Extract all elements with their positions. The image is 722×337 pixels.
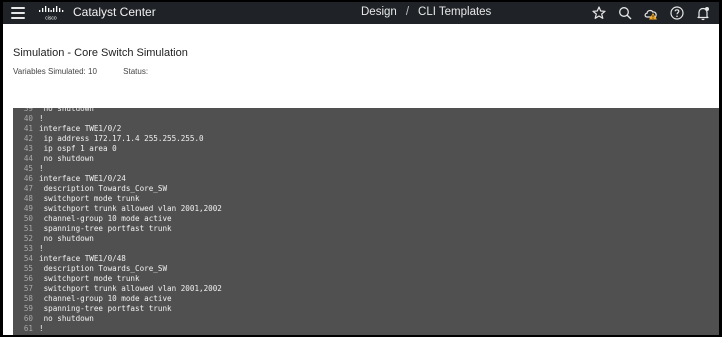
code-line: 52 no shutdown bbox=[13, 234, 222, 244]
code-line: 53! bbox=[13, 244, 222, 254]
line-number: 60 bbox=[23, 314, 33, 323]
line-text: no shutdown bbox=[39, 234, 94, 243]
line-text: description Towards_Core_SW bbox=[39, 184, 168, 193]
variables-simulated-label: Variables Simulated: bbox=[13, 67, 86, 76]
cli-output-panel[interactable]: 39 no shutdown 40! 41 interface TWE1/0/2 42 … bbox=[13, 108, 719, 335]
help-icon[interactable] bbox=[669, 5, 685, 21]
line-number: 61 bbox=[23, 324, 33, 333]
line-text: interface TWE1/0/24 bbox=[39, 174, 126, 183]
line-number: 59 bbox=[23, 304, 33, 313]
line-number: 58 bbox=[23, 294, 33, 303]
line-number: 53 bbox=[23, 244, 33, 253]
code-line: 46 interface TWE1/0/24 bbox=[13, 174, 222, 184]
line-text: channel-group 10 mode active bbox=[39, 294, 172, 303]
line-number: 57 bbox=[23, 284, 33, 293]
line-text: ! bbox=[39, 324, 44, 333]
code-line: 51 spanning-tree portfast trunk bbox=[13, 224, 222, 234]
line-text: ! bbox=[39, 164, 44, 173]
line-number: 51 bbox=[23, 224, 33, 233]
breadcrumb-design[interactable]: Design bbox=[361, 6, 397, 18]
line-number: 46 bbox=[23, 174, 33, 183]
code-line: 59 spanning-tree portfast trunk bbox=[13, 304, 222, 314]
line-number: 49 bbox=[23, 204, 33, 213]
header-actions bbox=[591, 5, 711, 21]
line-text: no shutdown bbox=[39, 154, 94, 163]
line-text: no shutdown bbox=[39, 314, 94, 323]
search-icon[interactable] bbox=[617, 5, 633, 21]
code-line: 48 switchport mode trunk bbox=[13, 194, 222, 204]
line-number: 48 bbox=[23, 194, 33, 203]
code-line: 57 switchport trunk allowed vlan 2001,20… bbox=[13, 284, 222, 294]
line-text: switchport trunk allowed vlan 2001,2002 bbox=[39, 284, 222, 293]
code-line: 40! bbox=[13, 114, 222, 124]
line-text: ip address 172.17.1.4 255.255.255.0 bbox=[39, 134, 204, 143]
star-icon[interactable] bbox=[591, 5, 607, 21]
code-line: 54 interface TWE1/0/48 bbox=[13, 254, 222, 264]
code-line: 55 description Towards_Core_SW bbox=[13, 264, 222, 274]
code-line: 45! bbox=[13, 164, 222, 174]
line-text: channel-group 10 mode active bbox=[39, 214, 172, 223]
line-number: 54 bbox=[23, 254, 33, 263]
code-line: 41 interface TWE1/0/2 bbox=[13, 124, 222, 134]
line-number: 45 bbox=[23, 164, 33, 173]
line-text: ! bbox=[39, 244, 44, 253]
line-number: 52 bbox=[23, 234, 33, 243]
line-text: description Towards_Core_SW bbox=[39, 264, 168, 273]
line-text: spanning-tree portfast trunk bbox=[39, 304, 172, 313]
code-line: 61! bbox=[13, 324, 222, 334]
line-text: no shutdown bbox=[39, 108, 94, 113]
app-title[interactable]: Catalyst Center bbox=[73, 5, 156, 20]
code-line: 42 ip address 172.17.1.4 255.255.255.0 bbox=[13, 134, 222, 144]
line-number: 55 bbox=[23, 264, 33, 273]
breadcrumb: Design / CLI Templates bbox=[361, 5, 491, 20]
bell-icon[interactable] bbox=[695, 5, 711, 21]
line-number: 47 bbox=[23, 184, 33, 193]
line-text: switchport trunk allowed vlan 2001,2002 bbox=[39, 204, 222, 213]
code-line: 49 switchport trunk allowed vlan 2001,20… bbox=[13, 204, 222, 214]
code-line: 58 channel-group 10 mode active bbox=[13, 294, 222, 304]
code-line: 47 description Towards_Core_SW bbox=[13, 184, 222, 194]
code-line: 43 ip ospf 1 area 0 bbox=[13, 144, 222, 154]
code-line: 44 no shutdown bbox=[13, 154, 222, 164]
breadcrumb-cli-templates: CLI Templates bbox=[418, 6, 492, 18]
line-text: interface TWE1/0/2 bbox=[39, 124, 122, 133]
line-number: 44 bbox=[23, 154, 33, 163]
status-label: Status: bbox=[123, 67, 149, 76]
simulation-header bbox=[3, 24, 719, 108]
line-text: interface TWE1/0/48 bbox=[39, 254, 126, 263]
variables-simulated-count: 10 bbox=[88, 67, 97, 76]
line-text: switchport mode trunk bbox=[39, 274, 140, 283]
line-number: 56 bbox=[23, 274, 33, 283]
line-number: 42 bbox=[23, 134, 33, 143]
code-line: 56 switchport mode trunk bbox=[13, 274, 222, 284]
cisco-logo: cisco bbox=[39, 6, 64, 22]
top-navigation-bar: cisco Catalyst Center Design / CLI Templat… bbox=[3, 2, 719, 24]
line-number: 41 bbox=[23, 124, 33, 133]
simulation-meta: Variables Simulated: 10 Status: bbox=[13, 67, 148, 76]
app-window: cisco Catalyst Center Design / CLI Templat… bbox=[3, 2, 719, 335]
breadcrumb-separator: / bbox=[405, 6, 410, 18]
code-line: 50 channel-group 10 mode active bbox=[13, 214, 222, 224]
line-number: 43 bbox=[23, 144, 33, 153]
line-text: switchport mode trunk bbox=[39, 194, 140, 203]
hamburger-menu-icon[interactable] bbox=[11, 6, 25, 20]
logo-wordmark: cisco bbox=[45, 16, 57, 22]
code-line: 60 no shutdown bbox=[13, 314, 222, 324]
page-title: Simulation - Core Switch Simulation bbox=[13, 47, 188, 59]
line-number: 40 bbox=[23, 114, 33, 123]
cli-output-lines: 39 no shutdown 40! 41 interface TWE1/0/2 42 … bbox=[13, 108, 222, 334]
cloud-alert-icon[interactable] bbox=[643, 5, 659, 21]
line-text: ! bbox=[39, 114, 44, 123]
line-text: ip ospf 1 area 0 bbox=[39, 144, 117, 153]
line-text: spanning-tree portfast trunk bbox=[39, 224, 172, 233]
line-number: 50 bbox=[23, 214, 33, 223]
